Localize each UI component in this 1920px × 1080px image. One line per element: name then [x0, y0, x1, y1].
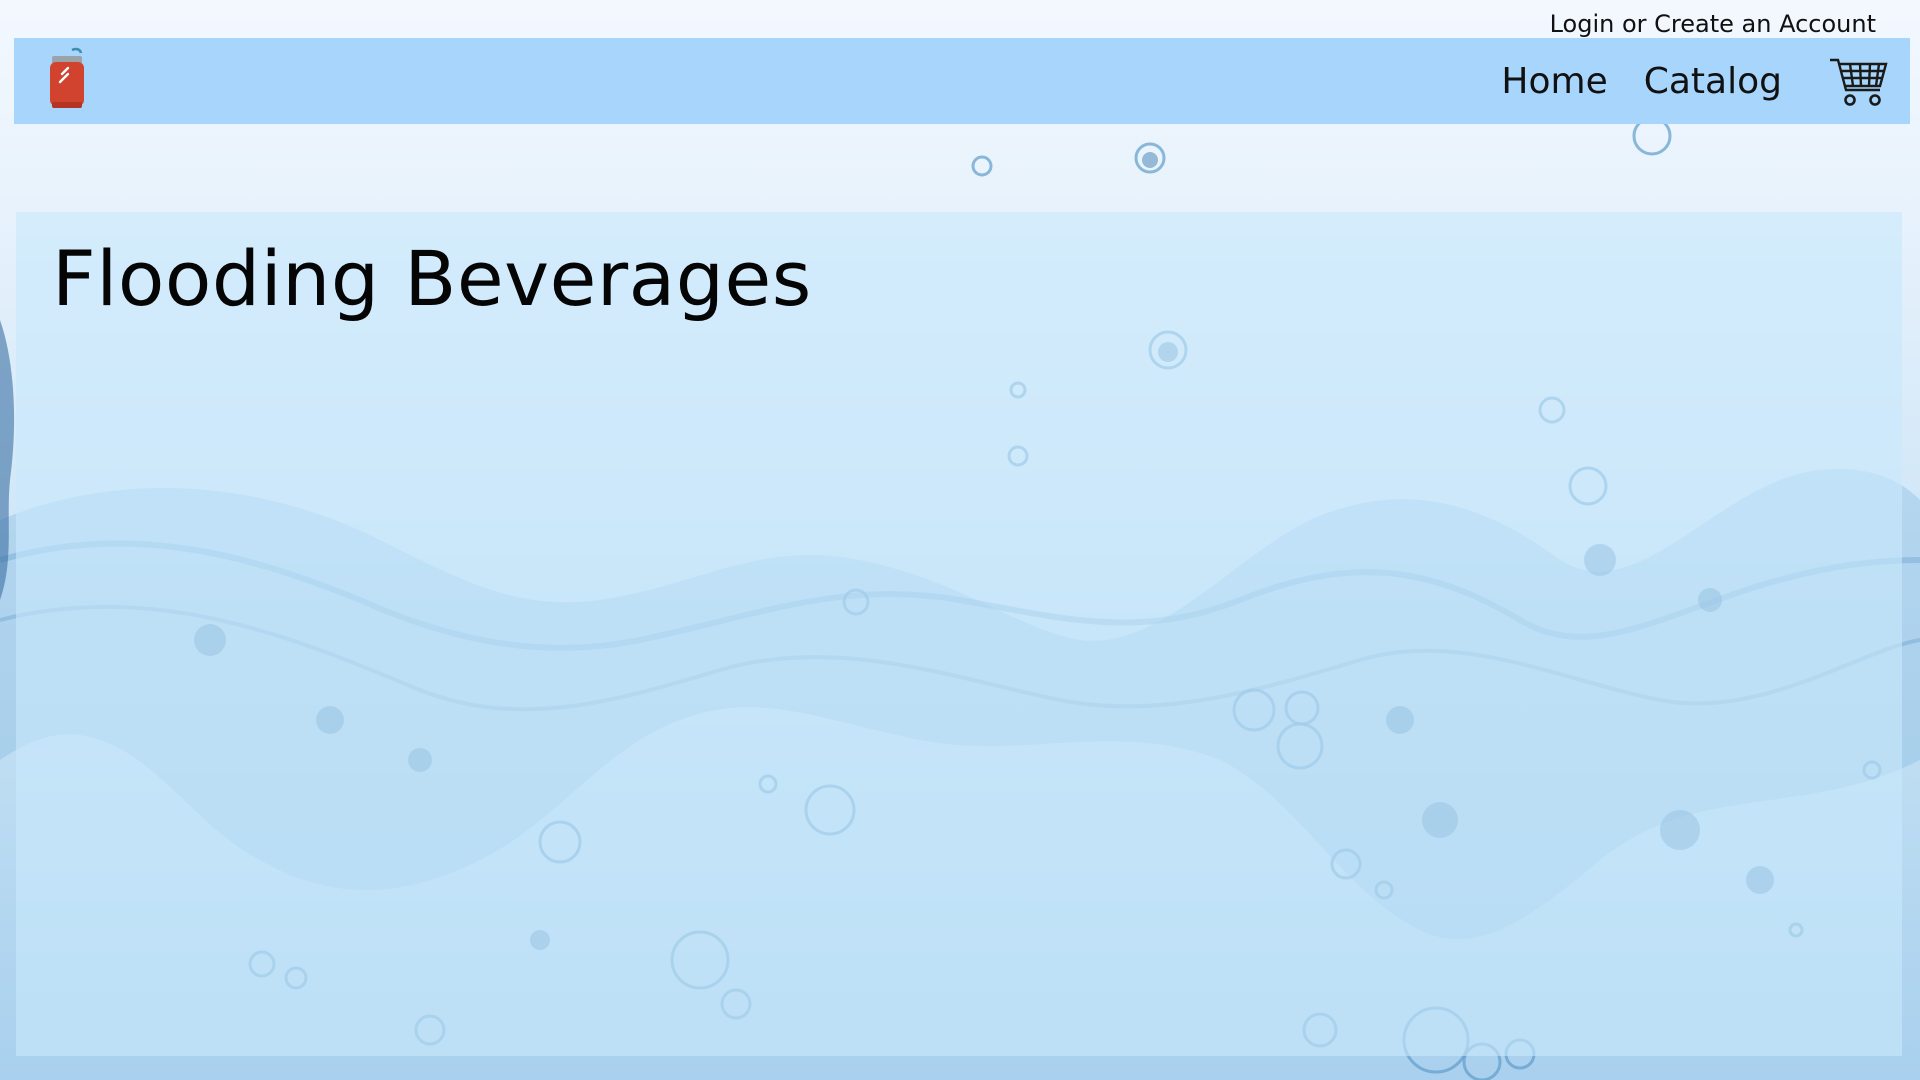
nav-links: Home Catalog: [1501, 38, 1782, 124]
hero-title: Flooding Beverages: [52, 234, 812, 323]
soda-can-icon[interactable]: [44, 46, 88, 112]
hero-banner: Flooding Beverages: [16, 212, 1902, 1056]
shopping-cart-icon[interactable]: [1828, 56, 1888, 108]
nav-catalog-link[interactable]: Catalog: [1644, 61, 1782, 102]
top-navbar: Home Catalog: [14, 38, 1910, 124]
nav-home-link[interactable]: Home: [1501, 61, 1607, 102]
login-create-account-link[interactable]: Login or Create an Account: [1550, 10, 1876, 38]
